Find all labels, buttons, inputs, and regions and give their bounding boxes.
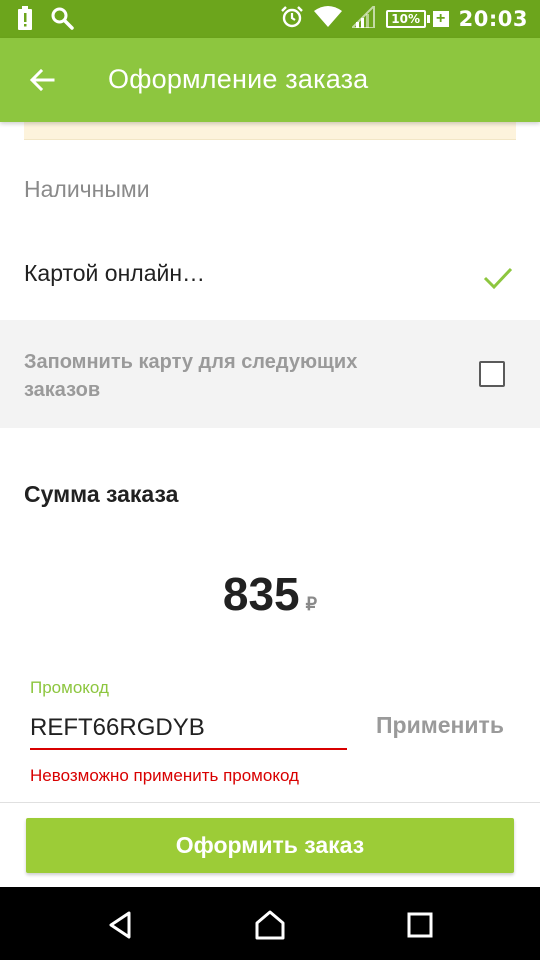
nav-home-icon[interactable] xyxy=(250,905,290,945)
payment-option-card[interactable]: Картой онлайн… xyxy=(0,240,540,312)
apply-promo-button[interactable]: Применить xyxy=(370,712,510,739)
promo-code-input[interactable] xyxy=(30,708,347,750)
clock: 20:03 xyxy=(458,7,528,31)
alarm-icon xyxy=(280,5,304,34)
arrow-back-icon[interactable] xyxy=(22,60,62,100)
nav-back-icon[interactable] xyxy=(100,905,140,945)
charging-icon: + xyxy=(432,11,449,27)
warning-icon xyxy=(18,6,32,35)
order-amount: 835 ₽ xyxy=(0,567,540,621)
notice-strip xyxy=(24,122,516,140)
nav-recents-icon[interactable] xyxy=(400,905,440,945)
system-nav-bar xyxy=(0,887,540,960)
page-title: Оформление заказа xyxy=(108,64,369,94)
place-order-button[interactable]: Оформить заказ xyxy=(26,818,514,873)
battery-level: 10% xyxy=(385,10,426,28)
search-icon xyxy=(50,6,74,35)
promo-error-message: Невозможно применить промокод xyxy=(30,766,299,785)
payment-card-label: Картой онлайн… xyxy=(24,260,206,286)
payment-cash-label: Наличными xyxy=(24,176,150,202)
order-sum-title: Сумма заказа xyxy=(24,481,179,507)
battery-icon: 10% + xyxy=(385,10,449,28)
payment-option-cash[interactable]: Наличными xyxy=(0,160,540,220)
check-icon xyxy=(482,262,514,294)
signal-icon xyxy=(349,3,376,33)
remember-card-checkbox[interactable] xyxy=(479,361,505,387)
status-bar: 10% + 20:03 xyxy=(0,0,540,38)
amount-value: 835 xyxy=(222,568,300,620)
promo-code-label: Промокод xyxy=(30,678,109,697)
remember-card-row[interactable]: Запомнить карту для следующих заказов xyxy=(0,320,540,428)
wifi-icon xyxy=(313,5,342,33)
divider xyxy=(0,802,540,803)
app-bar: Оформление заказа xyxy=(0,38,540,122)
currency-symbol: ₽ xyxy=(305,594,318,614)
remember-card-label: Запомнить карту для следующих заказов xyxy=(24,351,358,401)
